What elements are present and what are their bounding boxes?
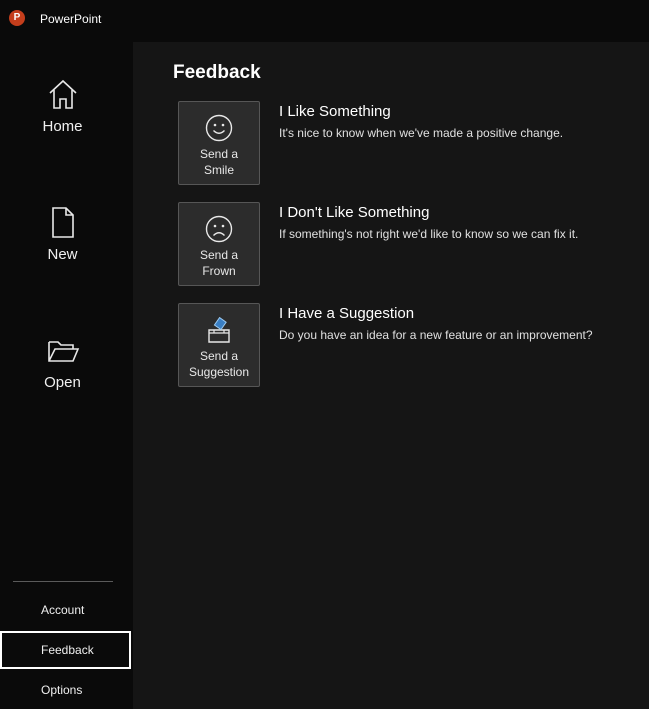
sidebar: Home New Open Account Feedback Options: [0, 42, 133, 709]
feedback-description: Do you have an idea for a new feature or…: [279, 328, 593, 342]
feedback-heading: I Don't Like Something: [279, 204, 430, 221]
send-frown-button[interactable]: Send a Frown: [178, 202, 260, 286]
sidebar-item-label: New: [47, 246, 78, 263]
sidebar-item-options[interactable]: Options: [0, 671, 131, 709]
suggestion-box-icon: [208, 316, 230, 343]
send-smile-button[interactable]: Send a Smile: [178, 101, 260, 185]
button-label-line1: Send a: [199, 147, 239, 161]
feedback-heading: I Like Something: [279, 103, 391, 120]
powerpoint-logo-icon: P: [9, 10, 28, 26]
page-title: Feedback: [173, 62, 261, 83]
sidebar-item-open[interactable]: Open: [0, 334, 125, 391]
button-label-line1: Send a: [199, 349, 239, 363]
button-label-line2: Suggestion: [188, 365, 250, 379]
title-bar: P PowerPoint: [0, 0, 649, 42]
button-label-line1: Send a: [199, 248, 239, 262]
feedback-description: If something's not right we'd like to kn…: [279, 227, 579, 241]
sidebar-item-home[interactable]: Home: [0, 78, 125, 135]
main-panel: Feedback Send a Smile I Like Something I…: [133, 42, 649, 709]
sidebar-divider: [13, 581, 113, 582]
open-folder-icon: [47, 341, 79, 362]
sidebar-item-label: Home: [42, 118, 83, 135]
sidebar-item-feedback[interactable]: Feedback: [0, 631, 131, 669]
smile-icon: [205, 114, 233, 142]
sidebar-item-new[interactable]: New: [0, 206, 125, 263]
sidebar-item-label: Open: [44, 374, 81, 391]
home-icon: [48, 79, 77, 109]
feedback-description: It's nice to know when we've made a posi…: [279, 126, 564, 140]
frown-icon: [205, 215, 233, 243]
button-label-line2: Smile: [203, 163, 234, 177]
new-document-icon: [51, 207, 74, 238]
button-label-line2: Frown: [202, 264, 236, 278]
feedback-heading: I Have a Suggestion: [279, 305, 415, 322]
send-suggestion-button[interactable]: Send a Suggestion: [178, 303, 260, 387]
sidebar-item-account[interactable]: Account: [0, 591, 131, 629]
app-title: PowerPoint: [40, 12, 102, 26]
